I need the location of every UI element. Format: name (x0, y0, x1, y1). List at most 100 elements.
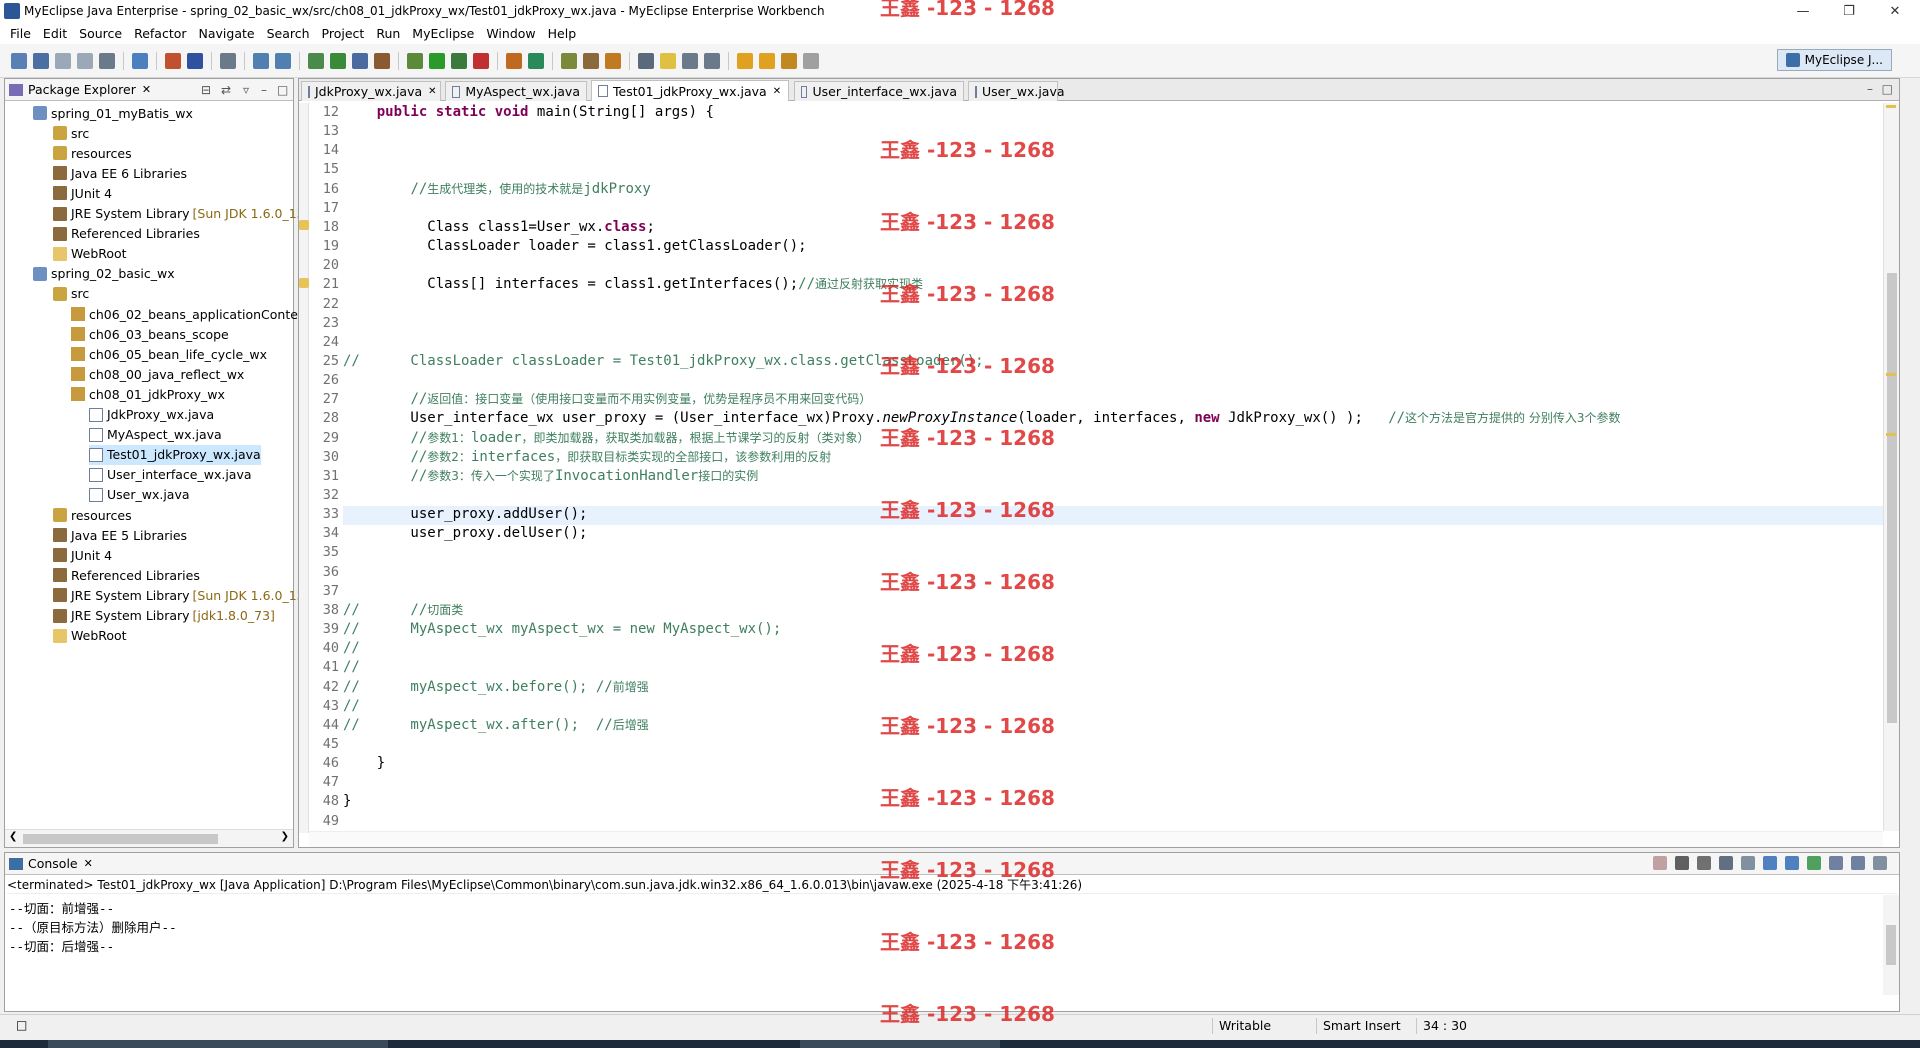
menu-run[interactable]: Run (370, 26, 406, 41)
toolbar-action-icon[interactable] (308, 52, 324, 69)
toolbar-action-icon[interactable] (583, 52, 599, 69)
toolbar-action-icon[interactable] (473, 52, 489, 69)
link-editor-icon[interactable]: ⇄ (221, 83, 231, 97)
toolbar-action-icon[interactable] (506, 52, 522, 69)
tree-item[interactable]: ch08_00_java_reflect_wx (71, 364, 244, 384)
tree-item[interactable]: JRE System Library [Sun JDK 1.6.0_13] (53, 585, 310, 605)
tree-item[interactable]: spring_02_basic_wx (33, 264, 175, 284)
code-line[interactable]: //参数2：interfaces，即获取目标类实现的全部接口，该参数利用的反射 (343, 448, 831, 467)
overview-marker[interactable] (1886, 373, 1896, 376)
editor-horizontal-scrollbar[interactable] (309, 831, 1883, 847)
toolbar-action-icon[interactable] (330, 52, 346, 69)
code-line[interactable]: // (343, 658, 360, 677)
tree-item[interactable]: ch06_02_beans_applicationContext_ (71, 304, 316, 324)
code-line[interactable]: ClassLoader loader = class1.getClassLoad… (343, 237, 806, 256)
console-action-icon[interactable] (1653, 856, 1667, 870)
console-action-icon[interactable] (1697, 856, 1711, 870)
tree-item[interactable]: JUnit 4 (53, 183, 112, 203)
code-line[interactable]: // (343, 697, 360, 716)
toolbar-action-icon[interactable] (11, 52, 27, 69)
fast-view-icon[interactable]: □ (16, 1018, 27, 1032)
tree-item[interactable]: User_wx.java (89, 485, 190, 505)
editor-tab[interactable]: Test01_jdkProxy_wx.java ✕ (591, 80, 789, 101)
menu-file[interactable]: File (4, 26, 37, 41)
horizontal-scrollbar[interactable]: ❮ ❯ (5, 829, 293, 847)
tree-item[interactable]: Java EE 5 Libraries (53, 525, 187, 545)
scrollbar-thumb[interactable] (1887, 273, 1897, 723)
code-line[interactable]: //生成代理类，使用的技术就是jdkProxy (343, 180, 650, 199)
code-line[interactable]: public static void main(String[] args) { (343, 103, 714, 122)
toolbar-action-icon[interactable] (374, 52, 390, 69)
menu-window[interactable]: Window (480, 26, 541, 41)
console-action-icon[interactable] (1829, 856, 1843, 870)
close-view-icon[interactable]: ✕ (142, 83, 151, 96)
tree-item[interactable]: resources (53, 143, 132, 163)
perspective-switcher[interactable]: MyEclipse J... (1776, 49, 1892, 71)
minimize-view-icon[interactable]: – (261, 83, 267, 97)
toolbar-action-icon[interactable] (77, 52, 93, 69)
toolbar-action-icon[interactable] (220, 52, 236, 69)
tree-item[interactable]: Test01_jdkProxy_wx.java (89, 444, 261, 465)
console-output[interactable]: --切面：前增强-- --（原目标方法）删除用户-- --切面：后增强-- (9, 899, 177, 956)
toolbar-action-icon[interactable] (187, 52, 203, 69)
code-line[interactable]: Class class1=User_wx.class; (343, 218, 655, 237)
close-tab-icon[interactable]: ✕ (773, 86, 781, 97)
toolbar-action-icon[interactable] (759, 52, 775, 69)
console-action-icon[interactable] (1675, 856, 1689, 870)
code-line[interactable]: } (343, 792, 351, 811)
toolbar-action-icon[interactable] (605, 52, 621, 69)
maximize-view-icon[interactable]: □ (277, 83, 288, 97)
code-line[interactable]: // (343, 639, 360, 658)
console-action-icon[interactable] (1741, 856, 1755, 870)
restore-button[interactable]: ❐ (1826, 0, 1872, 22)
code-line[interactable]: } (343, 754, 385, 773)
tree-item[interactable]: ch08_01_jdkProxy_wx (71, 384, 225, 404)
tree-item[interactable]: User_interface_wx.java (89, 465, 252, 485)
toolbar-action-icon[interactable] (55, 52, 71, 69)
warning-marker-icon[interactable] (299, 278, 309, 288)
console-action-icon[interactable] (1873, 856, 1887, 870)
menu-help[interactable]: Help (542, 26, 583, 41)
toolbar-action-icon[interactable] (704, 52, 720, 69)
code-line[interactable]: //参数3：传入一个实现了InvocationHandler接口的实例 (343, 467, 758, 486)
toolbar-action-icon[interactable] (638, 52, 654, 69)
maximize-editor-icon[interactable]: □ (1882, 82, 1893, 96)
toolbar-action-icon[interactable] (99, 52, 115, 69)
menu-project[interactable]: Project (316, 26, 371, 41)
editor-tab[interactable]: User_interface_wx.java (794, 81, 964, 101)
code-line[interactable]: Class[] interfaces = class1.getInterface… (343, 275, 923, 294)
scrollbar-thumb[interactable] (1886, 925, 1896, 965)
menu-search[interactable]: Search (261, 26, 316, 41)
toolbar-action-icon[interactable] (275, 52, 291, 69)
code-line[interactable]: //返回值：接口变量（使用接口变量而不用实例变量，优势是程序员不用来回变代码） (343, 390, 871, 409)
code-line[interactable]: user_proxy.delUser(); (343, 524, 587, 543)
close-tab-icon[interactable]: ✕ (428, 86, 436, 97)
scroll-right-icon[interactable]: ❯ (281, 831, 289, 842)
toolbar-action-icon[interactable] (803, 52, 819, 69)
minimize-button[interactable]: — (1780, 0, 1826, 22)
tree-item[interactable]: JUnit 4 (53, 545, 112, 565)
toolbar-action-icon[interactable] (737, 52, 753, 69)
console-action-icon[interactable] (1851, 856, 1865, 870)
minimize-editor-icon[interactable]: – (1867, 82, 1873, 96)
tree-item[interactable]: JRE System Library [jdk1.8.0_73] (53, 606, 275, 626)
toolbar-action-icon[interactable] (407, 52, 423, 69)
tree-item[interactable]: ch06_03_beans_scope (71, 324, 229, 344)
toolbar-action-icon[interactable] (561, 52, 577, 69)
tree-item[interactable]: WebRoot (53, 244, 127, 264)
tree-item[interactable]: src (53, 123, 89, 143)
menu-edit[interactable]: Edit (37, 26, 73, 41)
close-view-icon[interactable]: ✕ (84, 857, 93, 870)
code-line[interactable]: User_interface_wx user_proxy = (User_int… (343, 409, 1620, 428)
tree-item[interactable]: Referenced Libraries (53, 224, 200, 244)
toolbar-action-icon[interactable] (165, 52, 181, 69)
overview-marker[interactable] (1886, 105, 1896, 108)
close-button[interactable]: ✕ (1872, 0, 1918, 22)
tree-item[interactable]: spring_01_myBatis_wx (33, 103, 193, 123)
code-line[interactable]: //参数1：loader，即类加载器，获取类加载器，根据上节课学习的反射（类对象… (343, 429, 869, 448)
tree-item[interactable]: JdkProxy_wx.java (89, 405, 214, 425)
toolbar-action-icon[interactable] (429, 52, 445, 69)
toolbar-action-icon[interactable] (451, 52, 467, 69)
scroll-left-icon[interactable]: ❮ (9, 831, 17, 842)
toolbar-action-icon[interactable] (33, 52, 49, 69)
